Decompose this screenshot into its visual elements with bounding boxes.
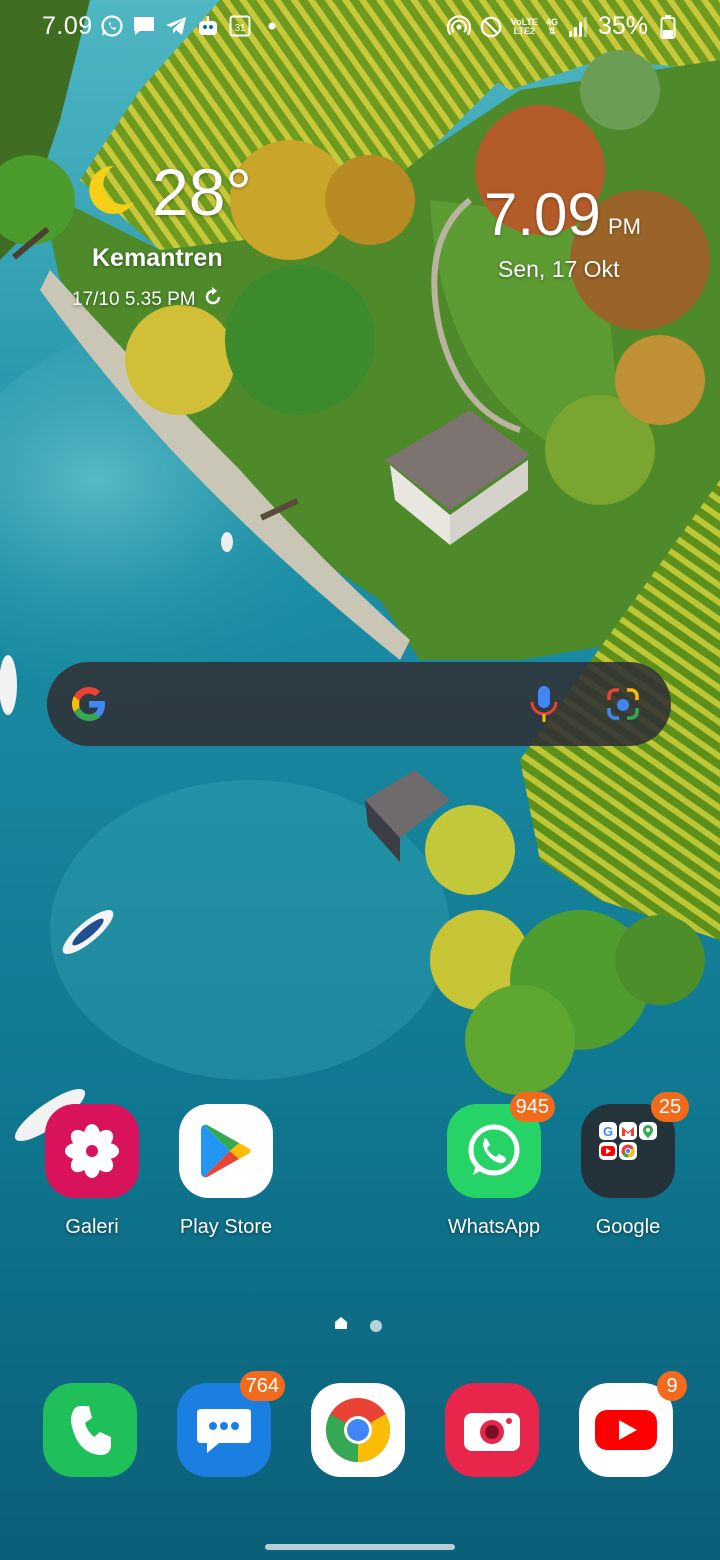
maps-mini-icon — [639, 1122, 657, 1140]
chrome-mini-icon — [619, 1142, 637, 1160]
page-indicator[interactable] — [334, 1316, 382, 1335]
youtube-mini-icon — [599, 1142, 617, 1160]
google-folder-icon: G 25 — [581, 1092, 689, 1198]
gmail-mini-icon — [619, 1122, 637, 1140]
app-label: Galeri — [65, 1216, 119, 1238]
dock-youtube[interactable]: 9 — [566, 1371, 687, 1477]
app-galeri[interactable]: Galeri — [32, 1104, 152, 1239]
whatsapp-icon — [100, 14, 124, 38]
app-label: WhatsApp — [447, 1216, 541, 1238]
google-mini-icon: G — [599, 1122, 617, 1140]
app-folder-google[interactable]: G 25 Google — [568, 1092, 689, 1239]
dock-chrome[interactable] — [298, 1383, 418, 1477]
galeri-icon — [45, 1104, 139, 1198]
refresh-icon[interactable] — [202, 286, 224, 314]
app-play-store[interactable]: Play Store — [166, 1104, 286, 1239]
data-arrows-icon: ⇅ — [548, 25, 556, 36]
app-label: Play Store — [179, 1216, 273, 1238]
clock-date: Sen, 17 Okt — [498, 256, 620, 282]
play-store-icon — [179, 1104, 273, 1198]
hotspot-icon — [446, 15, 471, 39]
notification-badge: 9 — [657, 1371, 687, 1401]
weather-updated: 17/10 5.35 PM — [72, 286, 224, 314]
do-not-disturb-icon — [479, 15, 503, 39]
clock-ampm: PM — [608, 214, 641, 239]
notification-badge: 764 — [239, 1371, 285, 1401]
google-logo-icon — [69, 684, 109, 729]
signal-icon — [566, 15, 590, 39]
dock-camera[interactable] — [432, 1383, 552, 1477]
app-whatsapp[interactable]: 945 WhatsApp — [434, 1092, 555, 1239]
app-label: Google — [595, 1216, 661, 1238]
home-page-icon[interactable] — [334, 1316, 348, 1335]
google-lens-icon[interactable] — [603, 684, 643, 729]
svg-text:31: 31 — [234, 23, 246, 34]
telegram-icon — [164, 14, 188, 38]
message-icon — [132, 14, 156, 38]
notification-icons: 31 — [100, 14, 284, 38]
robot-icon — [196, 14, 220, 38]
page-dot[interactable] — [370, 1319, 382, 1332]
youtube-icon: 9 — [579, 1371, 687, 1477]
chrome-icon — [311, 1383, 405, 1477]
svg-text:G: G — [603, 1124, 613, 1139]
camera-icon — [445, 1383, 539, 1477]
weather-updated-time: 17/10 5.35 PM — [72, 289, 196, 310]
battery-percent: 35% — [597, 12, 648, 40]
calendar-icon: 31 — [228, 14, 252, 38]
notification-badge: 25 — [651, 1092, 689, 1122]
google-search-bar[interactable] — [47, 662, 671, 746]
status-time: 7.09 — [42, 12, 93, 40]
weather-temperature: 28° — [152, 155, 252, 229]
status-bar[interactable]: 7.09 31 VoLTE LTE2 4G ⇅ 35% — [0, 0, 720, 56]
whatsapp-app-icon: 945 — [447, 1092, 555, 1198]
phone-icon — [43, 1383, 137, 1477]
messages-icon: 764 — [177, 1371, 285, 1477]
volte-indicator: VoLTE LTE2 — [510, 16, 538, 36]
moon-icon — [80, 162, 138, 225]
dock-phone[interactable] — [30, 1383, 150, 1477]
dot-icon — [260, 14, 284, 38]
network-type: 4G ⇅ — [545, 16, 558, 36]
gesture-nav-handle[interactable] — [265, 1544, 455, 1550]
dock-messages[interactable]: 764 — [164, 1371, 285, 1477]
clock-time: 7.09 — [484, 181, 601, 248]
notification-badge: 945 — [509, 1092, 555, 1122]
weather-location: Kemantren — [92, 244, 223, 272]
battery-icon — [656, 14, 680, 39]
microphone-icon[interactable] — [527, 684, 561, 729]
system-icons: VoLTE LTE2 4G ⇅ 35% — [446, 12, 680, 41]
